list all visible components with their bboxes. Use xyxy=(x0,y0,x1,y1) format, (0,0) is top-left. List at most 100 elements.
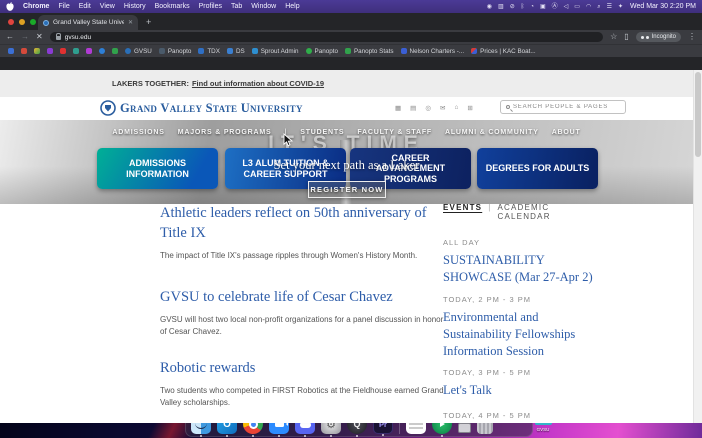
bookmark-sprout-admin[interactable]: Sprout Admin xyxy=(251,48,299,55)
bookmark-prices-kac[interactable]: Prices | KAC Boat... xyxy=(471,48,536,55)
scrollbar-thumb[interactable] xyxy=(695,72,701,157)
menu-chrome[interactable]: Chrome xyxy=(23,3,49,10)
search-icon xyxy=(506,105,510,109)
apple-menu-icon[interactable] xyxy=(6,2,14,11)
bookmark-favicon[interactable] xyxy=(73,48,79,54)
forward-icon[interactable]: → xyxy=(21,33,29,41)
register-now-button[interactable]: REGISTER NOW xyxy=(308,181,386,198)
address-bar[interactable]: gvsu.edu xyxy=(49,32,604,42)
menu-view[interactable]: View xyxy=(100,3,115,10)
security-icon[interactable]: ▣ xyxy=(540,4,546,10)
siri-icon[interactable]: ✦ xyxy=(618,4,623,10)
bookmark-star-icon[interactable]: ☆ xyxy=(610,33,617,41)
covid-info-link[interactable]: Find out information about COVID-19 xyxy=(192,79,324,88)
news-column: Athletic leaders reflect on 50th anniver… xyxy=(160,203,446,423)
site-header: Grand Valley State University ▦ ▤ ◎ ✉ ⌂ … xyxy=(0,97,693,120)
menu-history[interactable]: History xyxy=(124,3,146,10)
tab-events[interactable]: EVENTS xyxy=(443,203,482,212)
admissions-information-button[interactable]: ADMISSIONS INFORMATION xyxy=(97,148,218,189)
browser-menu-icon[interactable]: ⋮ xyxy=(688,33,696,41)
bookmark-ds[interactable]: DS xyxy=(226,48,245,55)
bookmark-favicon[interactable] xyxy=(86,48,92,54)
bookmark-panopto[interactable]: Panopto xyxy=(158,48,191,55)
spotlight-icon[interactable]: ⌕ xyxy=(597,4,600,10)
volume-icon[interactable]: ◁ xyxy=(564,4,569,10)
page-scrollbar[interactable] xyxy=(693,70,702,423)
search-input[interactable] xyxy=(513,104,620,110)
browser-toolbar: ← → ✕ gvsu.edu ☆ ▯ Incognito ⋮ xyxy=(0,30,702,44)
bookmark-tdx[interactable]: TDX xyxy=(198,48,220,55)
more-apps-icon[interactable]: ⊞ xyxy=(467,104,472,112)
bookmark-favicon[interactable] xyxy=(60,48,66,54)
incognito-icon xyxy=(640,35,649,39)
do-not-disturb-icon[interactable]: ⊘ xyxy=(510,4,515,10)
events-header: EVENTS | ACADEMIC CALENDAR xyxy=(443,203,603,221)
bookmark-favicon[interactable] xyxy=(8,48,14,54)
event-time: TODAY, 3 PM - 5 PM xyxy=(443,368,532,378)
new-tab-button[interactable]: + xyxy=(146,15,151,30)
news-title-robotic-rewards[interactable]: Robotic rewards xyxy=(160,358,446,378)
event-link-lets-talk[interactable]: Let's Talk xyxy=(443,382,603,399)
event-time: TODAY, 4 PM - 5 PM xyxy=(443,411,532,421)
map-pin-icon[interactable]: ◎ xyxy=(425,104,431,112)
header-quick-icons: ▦ ▤ ◎ ✉ ⌂ ⊞ xyxy=(395,104,473,112)
close-window-button[interactable] xyxy=(8,19,14,25)
clock-icon[interactable]: ◔ xyxy=(530,4,534,10)
event-link-fellowships[interactable]: Environmental and Sustainability Fellows… xyxy=(443,309,603,360)
bookmark-favicon[interactable] xyxy=(99,48,105,54)
side-panel-icon[interactable]: ▯ xyxy=(624,33,628,41)
bookmark-favicon[interactable] xyxy=(21,48,27,54)
wifi-icon[interactable]: ◠ xyxy=(586,4,591,10)
site-security-icon[interactable] xyxy=(55,33,62,40)
bookmark-panopto-2[interactable]: Panopto xyxy=(305,48,338,55)
browser-tab[interactable]: Grand Valley State University ✕ xyxy=(38,15,138,30)
stop-reload-icon[interactable]: ✕ xyxy=(36,33,43,41)
menu-bookmarks[interactable]: Bookmarks xyxy=(155,3,190,10)
menu-edit[interactable]: Edit xyxy=(79,3,91,10)
display-mirroring-icon[interactable]: ▥ xyxy=(498,4,504,10)
bluetooth-icon[interactable]: ᛒ xyxy=(521,4,525,10)
zoom-window-button[interactable] xyxy=(30,19,36,25)
mouse-cursor xyxy=(283,133,294,152)
bookmark-nelson-charters[interactable]: Nelson Charters -... xyxy=(400,48,464,55)
incognito-label: Incognito xyxy=(651,34,676,40)
gvsu-logo[interactable]: Grand Valley State University xyxy=(100,100,303,116)
menubar-clock[interactable]: Wed Mar 30 2:20 PM xyxy=(630,3,696,10)
menu-profiles[interactable]: Profiles xyxy=(199,3,222,10)
tab-close-icon[interactable]: ✕ xyxy=(128,19,133,26)
bookmark-gvsu[interactable]: GVSU xyxy=(125,48,152,55)
calendar-icon[interactable]: ▦ xyxy=(395,104,401,112)
control-center-icon[interactable]: ☰ xyxy=(607,4,612,10)
bookmark-panopto-stats[interactable]: Panopto Stats xyxy=(344,48,394,55)
bookmark-favicon[interactable] xyxy=(34,48,40,54)
event-time: TODAY, 2 PM - 3 PM xyxy=(443,294,532,304)
news-body: Two students who competed in FIRST Robot… xyxy=(160,386,444,407)
site-search[interactable] xyxy=(500,100,626,114)
camera-icon[interactable]: ▭ xyxy=(574,4,580,10)
back-icon[interactable]: ← xyxy=(6,33,14,41)
news-body: GVSU will host two local non-profit orga… xyxy=(160,315,444,336)
email-icon[interactable]: ✉ xyxy=(440,104,445,112)
screen: Chrome File Edit View History Bookmarks … xyxy=(0,0,702,438)
minimize-window-button[interactable] xyxy=(19,19,25,25)
banner-prefix: LAKERS TOGETHER: xyxy=(112,79,189,88)
menu-tab[interactable]: Tab xyxy=(231,3,242,10)
news-title-title-ix[interactable]: Athletic leaders reflect on 50th anniver… xyxy=(160,203,446,243)
news-title-cesar-chavez[interactable]: GVSU to celebrate life of Cesar Chavez xyxy=(160,287,446,307)
menu-help[interactable]: Help xyxy=(285,3,299,10)
video-icon[interactable]: ▤ xyxy=(410,104,416,112)
menu-file[interactable]: File xyxy=(58,3,69,10)
minimized-window-thumbnail[interactable] xyxy=(458,423,471,433)
keyboard-input-icon[interactable]: Ⓐ xyxy=(552,4,558,10)
bookmark-favicon[interactable] xyxy=(112,48,118,54)
events-header-divider: | xyxy=(488,203,492,212)
menu-window[interactable]: Window xyxy=(251,3,276,10)
screen-record-icon[interactable]: ◉ xyxy=(487,4,492,10)
bookmark-favicon[interactable] xyxy=(47,48,53,54)
macos-menubar: Chrome File Edit View History Bookmarks … xyxy=(0,0,702,13)
event-link-sustainability[interactable]: SUSTAINABILITY SHOWCASE (Mar 27-Apr 2) xyxy=(443,252,603,286)
tab-academic-calendar[interactable]: ACADEMIC CALENDAR xyxy=(498,203,604,221)
degrees-for-adults-button[interactable]: DEGREES FOR ADULTS xyxy=(477,148,598,189)
library-icon[interactable]: ⌂ xyxy=(454,104,458,112)
gvsu-logo-text: Grand Valley State University xyxy=(120,100,303,115)
